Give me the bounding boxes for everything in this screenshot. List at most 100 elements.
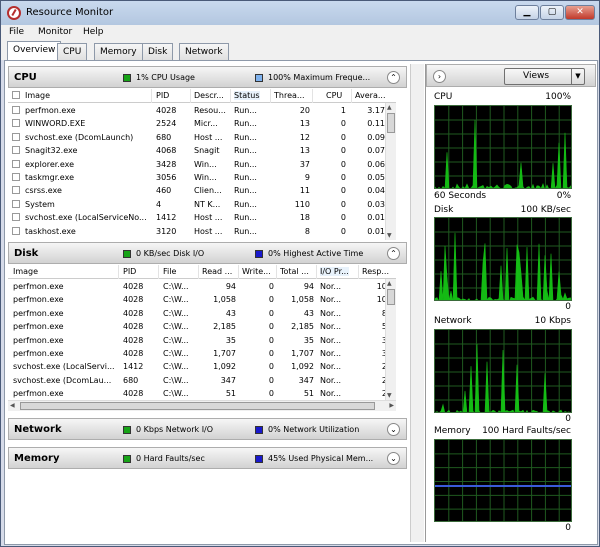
tab-memory[interactable]: Memory [94,43,143,60]
network-panel-title: Network [14,424,62,435]
tab-disk[interactable]: Disk [142,43,174,60]
table-row[interactable]: svchost.exe (LocalServi... 1412 C:\W... 1,0… [8,360,396,373]
table-cell: 0.05 [367,173,385,182]
minimize-button[interactable]: ▁ [515,5,539,20]
table-cell: perfmon.exe [13,322,64,332]
col-average-cpu[interactable]: Avera... [355,91,385,100]
expand-arrow-icon[interactable]: › [433,70,446,83]
col-image[interactable]: Image [13,267,38,276]
table-cell: 4028 [123,322,144,332]
network-panel-header[interactable]: Network 0 Kbps Network I/O 0% Network Ut… [8,418,407,440]
cpu-panel-title: CPU [14,72,37,83]
row-checkbox[interactable] [12,132,20,141]
menu-file[interactable]: File [9,27,24,37]
table-cell: 0.06 [367,159,385,169]
table-cell: 0 [268,308,274,318]
cpu-panel-header[interactable]: CPU 1% CPU Usage 100% Maximum Freque... … [8,66,407,88]
disk-panel-header[interactable]: Disk 0 KB/sec Disk I/O 0% Highest Active… [8,242,407,264]
table-cell: 0 [340,186,346,196]
col-pid[interactable]: PID [156,91,169,100]
table-cell: explorer.exe [25,159,75,169]
table-cell: Host ... [194,226,223,236]
graphs-toolbar: › Views ▼ [426,64,596,87]
row-checkbox[interactable] [12,173,20,181]
row-checkbox[interactable] [12,199,20,208]
col-total[interactable]: Total ... [280,267,309,276]
col-image[interactable]: Image [25,91,50,100]
memory-panel-header[interactable]: Memory 0 Hard Faults/sec 45% Used Physic… [8,447,407,469]
col-pid[interactable]: PID [123,267,136,276]
graphs-pane: › Views ▼ CPU 100% 60 Seconds 0% Disk 10… [425,64,596,542]
table-cell: 1,707 [213,349,236,358]
row-checkbox[interactable] [12,159,20,168]
network-expand-icon[interactable]: ⌄ [387,423,400,436]
table-row[interactable]: svchost.exe (LocalServiceNo... 1412 Host .… [8,211,396,224]
maximize-button[interactable]: ▢ [540,5,564,20]
table-cell: Nor... [320,335,342,345]
table-row[interactable]: taskhost.exe 3120 Host ... Run... 8 0 0.01 [8,225,396,238]
table-row[interactable]: taskmgr.exe 3056 Win... Run... 9 0 0.05 [8,171,396,184]
table-cell: taskhost.exe [25,226,76,236]
pane-splitter[interactable] [410,64,424,542]
table-cell: 0 [340,226,346,236]
disk-collapse-icon[interactable]: ⌃ [387,247,400,260]
table-row[interactable]: perfmon.exe4028C:\W...35035Nor...33 [8,334,396,347]
row-checkbox[interactable] [12,146,20,155]
row-checkbox[interactable] [12,213,20,222]
network-io-legend-icon [123,426,131,434]
table-cell: Run... [234,132,257,142]
close-button[interactable]: ✕ [565,5,595,20]
max-frequency-legend-icon [255,74,263,82]
select-all-checkbox[interactable] [12,91,20,99]
table-row[interactable]: perfmon.exe4028C:\W...1,70701,707Nor...3… [8,347,396,360]
row-checkbox[interactable] [12,186,20,195]
table-row[interactable]: perfmon.exe4028C:\W...51051Nor...25 [8,387,396,400]
table-row[interactable]: perfmon.exe4028C:\W...43043Nor...80 [8,307,396,320]
col-status[interactable]: Status [234,91,260,100]
table-row[interactable]: WINWORD.EXE 2524 Micr... Run... 13 0 0.11 [8,117,396,130]
col-cpu[interactable]: CPU [326,91,342,100]
row-checkbox[interactable] [12,226,20,235]
table-cell: 1412 [156,213,177,223]
table-row[interactable]: perfmon.exe 4028 Resou... Run... 20 1 3.17 [8,104,396,117]
table-row[interactable]: svchost.exe (DcomLaunch) 680 Host ... Run..… [8,131,396,144]
row-checkbox[interactable] [12,119,20,128]
col-io-priority[interactable]: I/O Pr... [320,267,349,276]
table-row[interactable]: perfmon.exe4028C:\W...94094Nor...109 [8,280,396,293]
table-row[interactable]: svchost.exe (DcomLau... 680 C:\W... 347 0 347… [8,374,396,387]
table-cell: perfmon.exe [13,308,64,318]
tab-network[interactable]: Network [179,43,229,60]
table-cell: Win... [194,173,217,182]
col-write[interactable]: Write... [242,267,271,276]
cpu-table-scrollbar[interactable]: ▲ ▼ [385,103,396,240]
table-cell: 0 [340,119,346,129]
tab-overview[interactable]: Overview [7,41,62,60]
memory-graph-max: 100 Hard Faults/sec [482,426,571,436]
table-cell: NT K... [194,199,221,209]
table-cell: 20 [299,106,310,115]
disk-table-horizontal-scrollbar[interactable]: ◀ ▶ [8,400,396,411]
menu-monitor[interactable]: Monitor [38,27,72,37]
table-cell: Nor... [320,362,342,372]
col-threads[interactable]: Threa... [274,91,305,100]
cpu-graph-min: 0% [556,191,571,201]
cpu-collapse-icon[interactable]: ⌃ [387,71,400,84]
col-file[interactable]: File [163,267,176,276]
col-response-time[interactable]: Resp... [362,267,389,276]
table-cell: C:\W... [163,335,189,345]
col-read[interactable]: Read ... [202,267,232,276]
memory-expand-icon[interactable]: ⌄ [387,452,400,465]
row-checkbox[interactable] [12,106,20,114]
table-row[interactable]: perfmon.exe4028C:\W...1,05801,058Nor...1… [8,293,396,306]
views-dropdown[interactable]: Views ▼ [504,68,585,85]
menu-help[interactable]: Help [83,27,104,37]
table-row[interactable]: Snagit32.exe 4068 Snagit Run... 13 0 0.07 [8,144,396,157]
table-row[interactable]: perfmon.exe4028C:\W...2,18502,185Nor...5… [8,320,396,333]
table-cell: 4028 [123,349,144,358]
col-description[interactable]: Descr... [194,91,224,100]
tab-cpu[interactable]: CPU [57,43,88,60]
table-row[interactable]: explorer.exe 3428 Win... Run... 37 0 0.06 [8,158,396,171]
table-row[interactable]: System 4 NT K... Run... 110 0 0.03 [8,198,396,211]
table-row[interactable]: csrss.exe 460 Clien... Run... 11 0 0.04 [8,184,396,197]
disk-table-scrollbar[interactable]: ▲ ▼ [385,279,396,400]
